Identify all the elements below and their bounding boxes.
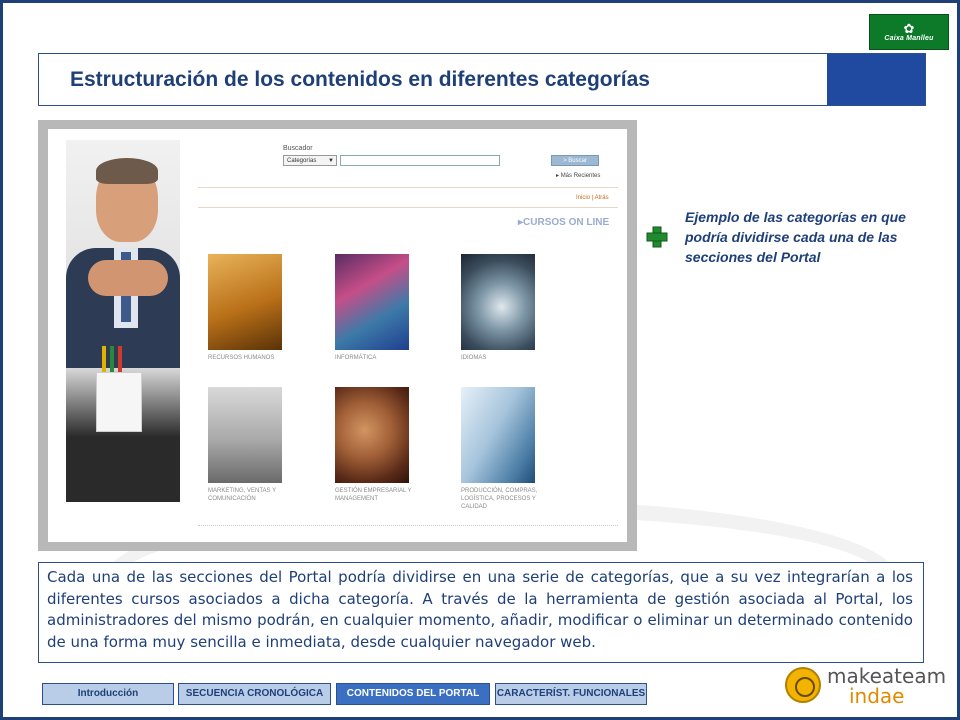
category-card-informatica[interactable]: INFORMÁTICA [335,254,455,362]
photo-hair [96,158,158,184]
category-label: RECURSOS HUMANOS [208,355,275,361]
search-button[interactable]: > Buscar [551,155,599,166]
portal-screenshot: Buscador Categorías ▼ > Buscar ▸ Más Rec… [38,120,637,551]
category-label: IDIOMAS [461,355,487,361]
title-accent-block [827,54,925,105]
tab-caracterist-funcionales[interactable]: CARACTERÍST. FUNCIONALES [495,683,647,705]
tab-secuencia-cronologica[interactable]: SECUENCIA CRONOLÓGICA [178,683,331,705]
page-title: Estructuración de los contenidos en dife… [70,68,650,91]
divider [198,207,618,208]
businessman-photo [66,140,180,502]
category-label: GESTIÓN EMPRESARIAL Y MANAGEMENT [335,488,412,502]
category-select[interactable]: Categorías ▼ [283,155,337,166]
tab-contenidos-del-portal[interactable]: CONTENIDOS DEL PORTAL [336,683,490,705]
search-input[interactable] [340,155,500,166]
chevron-down-icon: ▼ [328,158,334,164]
photo-hands [88,260,168,296]
description-box: Cada una de las secciones del Portal pod… [38,562,924,663]
category-label: PRODUCCIÓN, COMPRAS, LOGÍSTICA, PROCESOS… [461,488,538,510]
section-title: ▸CURSOS ON LINE [518,217,609,228]
portal-screenshot-content: Buscador Categorías ▼ > Buscar ▸ Más Rec… [48,129,627,542]
category-select-value: Categorías [287,158,317,164]
logo-emblem-icon: ✿ [903,21,915,36]
caption-text: Ejemplo de las categorías en que podría … [685,209,906,265]
category-label: MARKETING, VENTAS Y COMUNICACIÓN [208,488,277,502]
category-card-marketing[interactable]: MARKETING, VENTAS Y COMUNICACIÓN [208,387,304,503]
search-label: Buscador [283,145,313,152]
photo-cup [96,372,142,432]
category-thumbnail [461,254,535,350]
recent-link[interactable]: ▸ Más Recientes [556,172,600,179]
category-thumbnail [335,387,409,483]
category-thumbnail [335,254,409,350]
plus-icon [646,226,668,248]
divider [198,187,618,188]
breadcrumb[interactable]: Inicio | Atrás [576,195,609,201]
category-card-gestion-empresarial[interactable]: GESTIÓN EMPRESARIAL Y MANAGEMENT [335,387,435,503]
category-card-produccion[interactable]: PRODUCCIÓN, COMPRAS, LOGÍSTICA, PROCESOS… [461,387,557,511]
category-label: INFORMÁTICA [335,355,377,361]
brand-subname: indae [849,684,905,708]
brand-emblem-icon [785,667,821,703]
category-card-idiomas[interactable]: IDIOMAS [461,254,581,362]
section-title-label: CURSOS ON LINE [523,217,610,228]
tab-introduccion[interactable]: Introducción [42,683,174,705]
category-thumbnail [461,387,535,483]
category-thumbnail [208,387,282,483]
recent-link-label: Más Recientes [560,173,601,179]
title-bar: Estructuración de los contenidos en dife… [38,53,926,106]
makeateam-indae-logo: makeateam indae [785,664,946,708]
category-thumbnail [208,254,282,350]
category-card-recursos-humanos[interactable]: RECURSOS HUMANOS [208,254,328,362]
logo-text: Caixa Manlleu [884,35,934,42]
caixa-manlleu-logo: ✿ Caixa Manlleu [869,14,949,50]
dotted-divider [198,525,618,527]
